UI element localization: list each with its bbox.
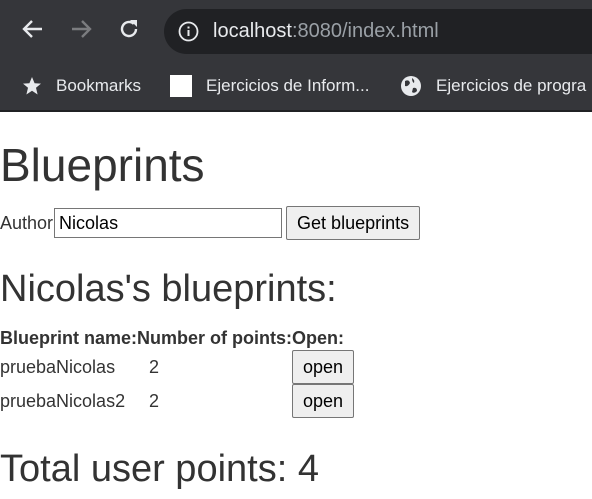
arrow-right-icon: [72, 20, 92, 38]
page-title: Blueprints: [0, 139, 205, 191]
table-header-row: Blueprint name: Number of points: Open:: [0, 326, 354, 350]
table-row: pruebaNicolas 2 open: [0, 350, 355, 384]
author-label: Author: [0, 212, 54, 233]
page-icon: [170, 75, 192, 97]
bookmark-bookmarks[interactable]: Bookmarks: [22, 71, 141, 101]
bookmark-label: Bookmarks: [56, 76, 142, 95]
bookmark-ejercicios-programacion[interactable]: Ejercicios de progra: [400, 71, 586, 101]
bookmarks-bar: Bookmarks Ejercicios de Inform... Ejerci…: [0, 62, 592, 112]
forward-button[interactable]: [66, 14, 96, 44]
bookmark-ejercicios-informatica[interactable]: Ejercicios de Inform...: [170, 71, 369, 101]
blueprint-open-cell: open: [292, 384, 355, 418]
url-host: localhost: [213, 20, 292, 42]
author-input[interactable]: [54, 208, 283, 238]
open-button[interactable]: open: [292, 350, 355, 384]
blueprint-open-cell: open: [292, 350, 355, 384]
header-number-of-points: Number of points:: [137, 327, 293, 348]
url-text: localhost:8080/index.html: [213, 19, 439, 44]
back-button[interactable]: [18, 14, 48, 44]
blueprint-points: 2: [137, 384, 292, 418]
author-form: Author Get blueprints: [0, 206, 421, 240]
globe-icon: [401, 76, 421, 96]
browser-toolbar: localhost:8080/index.html: [0, 0, 592, 62]
address-bar[interactable]: localhost:8080/index.html: [164, 9, 592, 54]
blueprints-heading: Nicolas's blueprints:: [0, 268, 337, 310]
blueprint-name: pruebaNicolas: [0, 356, 116, 377]
points-value: 2: [149, 356, 160, 377]
arrow-left-icon: [22, 20, 42, 38]
total-user-points: Total user points: 4: [0, 448, 319, 490]
url-path: :8080/index.html: [291, 20, 439, 42]
header-blueprint-name: Blueprint name:: [0, 327, 138, 348]
reload-icon: [120, 20, 138, 38]
reload-button[interactable]: [114, 14, 144, 44]
bookmark-label: Ejercicios de Inform...: [206, 76, 370, 95]
blueprints-table: Blueprint name: Number of points: Open: …: [0, 326, 355, 418]
get-blueprints-button[interactable]: Get blueprints: [286, 206, 421, 240]
blueprint-name: pruebaNicolas2: [0, 390, 126, 411]
points-value: 2: [149, 390, 160, 411]
info-icon[interactable]: [178, 21, 199, 42]
header-open: Open:: [292, 327, 345, 348]
blueprint-points: 2: [137, 350, 292, 384]
page-content: Blueprints Author Get blueprints Nicolas…: [0, 112, 592, 499]
bookmark-label: Ejercicios de progra: [436, 76, 587, 95]
table-row: pruebaNicolas2 2 open: [0, 384, 355, 418]
star-icon: [23, 77, 41, 95]
open-button[interactable]: open: [292, 384, 355, 418]
